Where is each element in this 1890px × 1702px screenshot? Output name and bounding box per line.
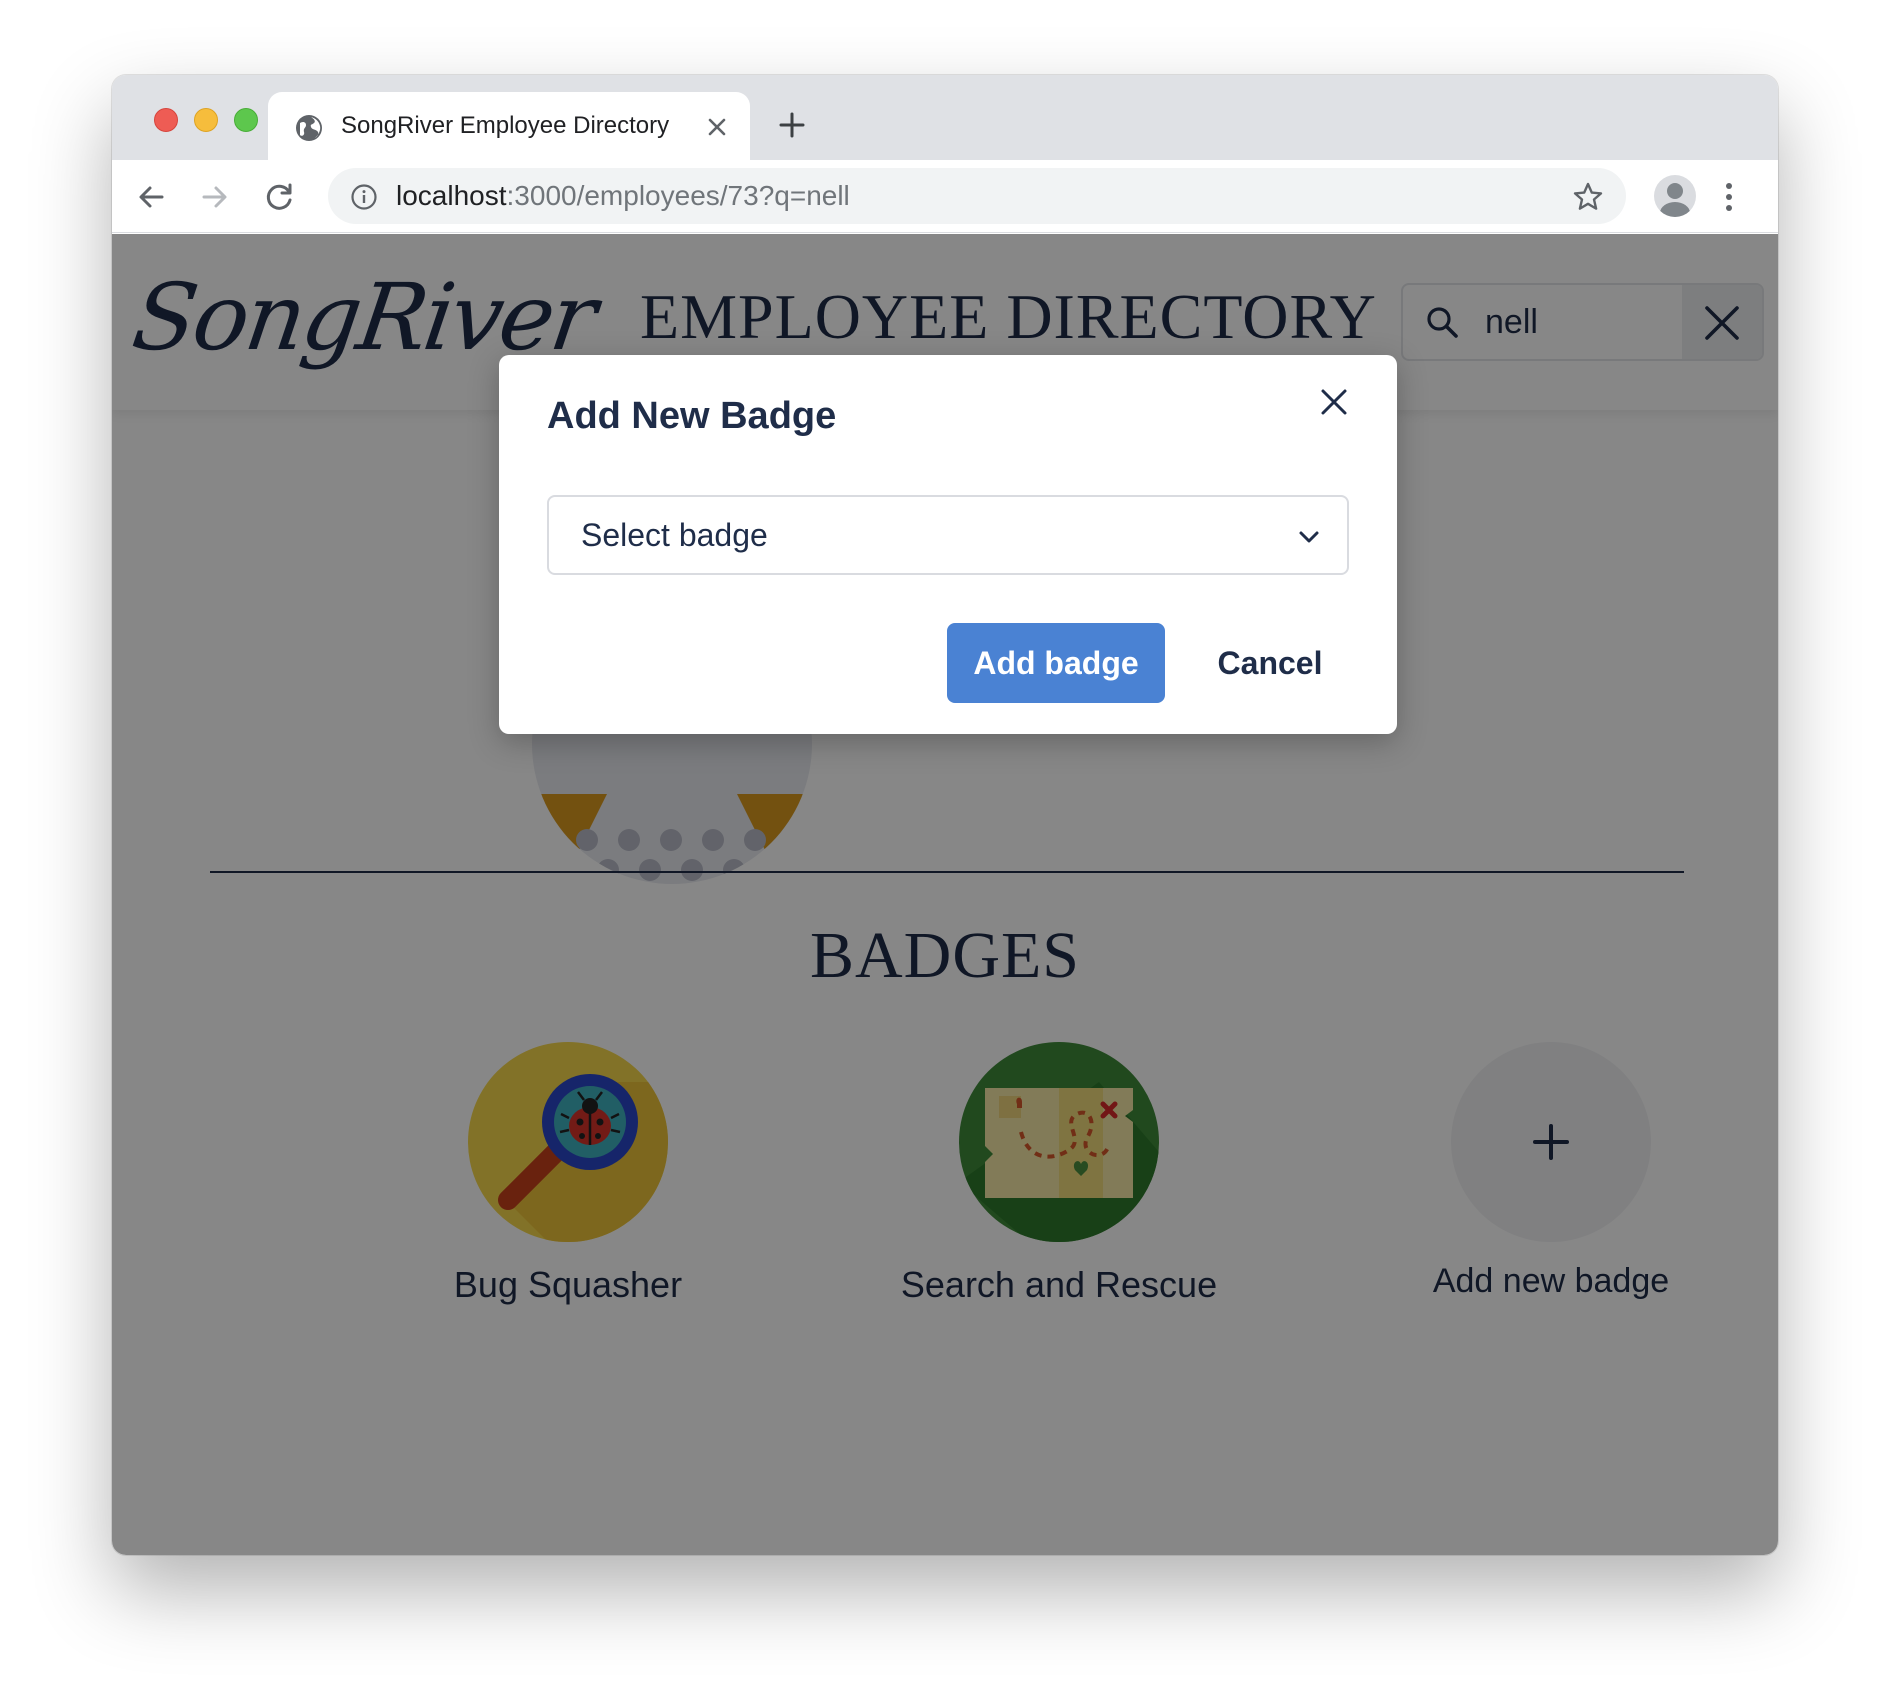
cancel-button[interactable]: Cancel [1197,623,1343,703]
back-arrow-icon[interactable] [134,180,168,214]
bookmark-star-icon[interactable] [1572,181,1604,213]
reload-icon[interactable] [263,180,297,214]
close-window-button[interactable] [154,108,178,132]
add-badge-button[interactable]: Add badge [947,623,1165,703]
page-content: SongRiver EMPLOYEE DIRECTORY nell BADGES… [112,234,1778,1555]
new-tab-icon[interactable] [778,111,806,139]
browser-toolbar: localhost:3000/employees/73?q=nell [112,160,1778,233]
select-placeholder: Select badge [581,517,768,553]
tab-bar: SongRiver Employee Directory [112,75,1778,160]
tab-title: SongRiver Employee Directory [341,112,670,139]
forward-arrow-icon[interactable] [198,180,232,214]
badge-select[interactable]: Select badge [547,495,1349,575]
globe-icon [296,115,322,141]
close-tab-icon[interactable] [706,116,728,138]
more-menu-icon[interactable] [1724,182,1734,212]
browser-window: SongRiver Employee Directory localhost:3… [112,75,1778,1555]
close-icon[interactable] [1319,387,1349,417]
browser-tab[interactable]: SongRiver Employee Directory [268,92,750,160]
chevron-down-icon [1299,531,1319,543]
address-bar[interactable]: localhost:3000/employees/73?q=nell [328,168,1626,224]
url-path: :3000/employees/73?q=nell [506,180,850,211]
url-host: localhost [396,180,507,211]
profile-avatar-icon[interactable] [1654,175,1696,217]
add-badge-modal: Add New Badge Select badge Add badge Can… [499,355,1397,734]
minimize-window-button[interactable] [194,108,218,132]
modal-title: Add New Badge [547,395,837,437]
maximize-window-button[interactable] [234,108,258,132]
url-text[interactable]: localhost:3000/employees/73?q=nell [396,180,850,212]
info-icon[interactable] [350,183,378,211]
